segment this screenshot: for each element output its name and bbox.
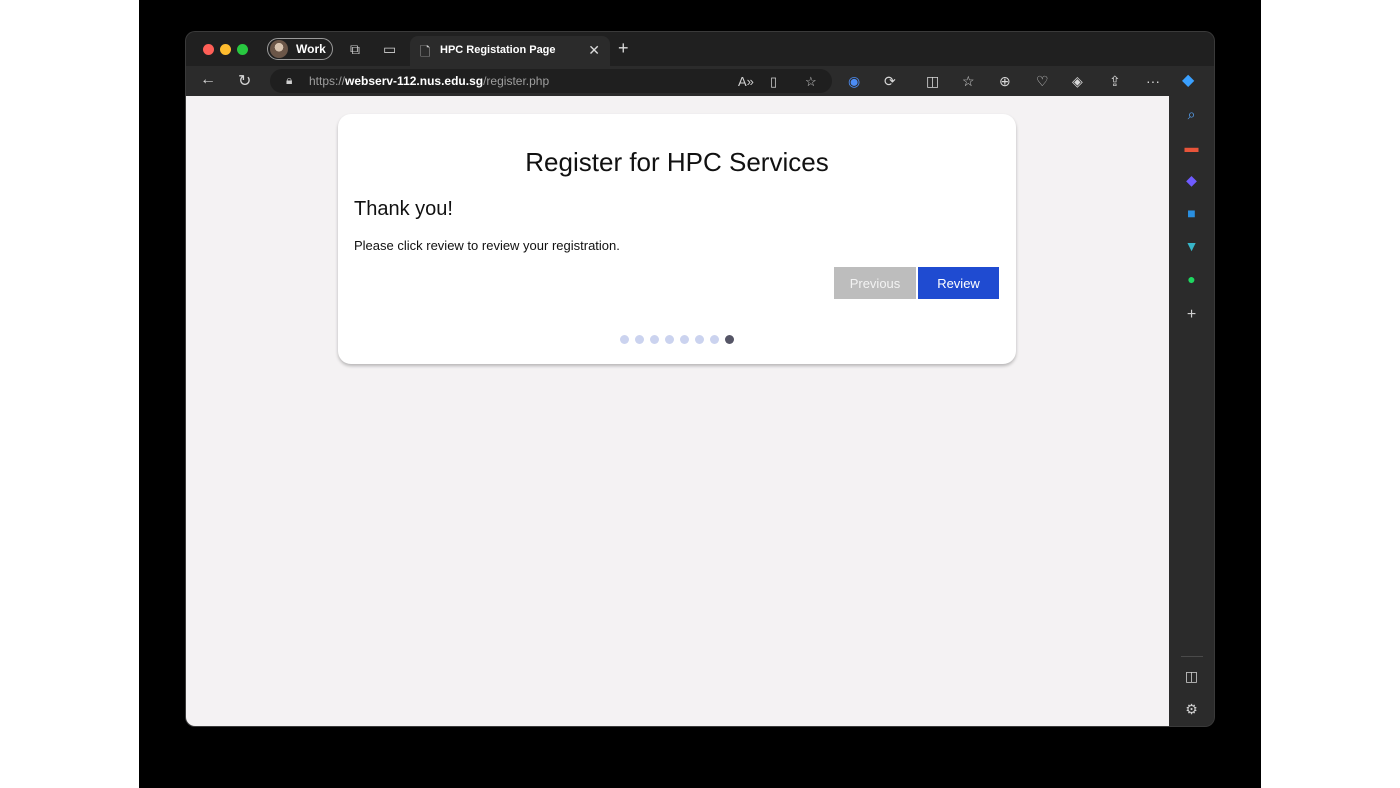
send-icon[interactable]: ▼ (1169, 238, 1214, 254)
lock-icon[interactable]: 🔒︎ (286, 73, 292, 88)
share-icon[interactable]: ⇪ (1109, 73, 1121, 90)
spotify-icon[interactable]: ● (1169, 271, 1214, 287)
tab-bar: Work ⧉ ▭ 🗋 HPC Registation Page ✕ + (186, 32, 1214, 66)
close-tab-icon[interactable]: ✕ (588, 42, 600, 59)
minimize-window-button[interactable] (220, 44, 231, 55)
copilot-icon[interactable]: ◆ (1169, 172, 1214, 189)
back-icon[interactable]: ← (200, 71, 216, 89)
review-button[interactable]: Review (918, 267, 999, 299)
outlook-icon[interactable]: ■ (1169, 205, 1214, 221)
tab-title: HPC Registation Page (440, 44, 556, 56)
browser-window: Work ⧉ ▭ 🗋 HPC Registation Page ✕ + ← ↻ … (186, 32, 1214, 726)
previous-button[interactable]: Previous (834, 267, 916, 299)
step-dot-active (725, 335, 734, 344)
workspaces-icon[interactable]: ⧉ (350, 41, 360, 57)
page-content: Register for HPC Services Thank you! Ple… (186, 96, 1169, 726)
tab-actions-icon[interactable]: ▭ (383, 41, 396, 57)
thank-you-heading: Thank you! (354, 198, 453, 220)
address-bar[interactable]: 🔒︎ https://webserv-112.nus.edu.sg/regist… (270, 69, 832, 93)
step-dot (665, 335, 674, 344)
page-icon: 🗋 (420, 44, 431, 59)
sidebar-divider (1181, 656, 1203, 657)
registration-card: Register for HPC Services Thank you! Ple… (338, 114, 1016, 364)
step-dot (620, 335, 629, 344)
search-icon[interactable]: ⌕ (1169, 106, 1214, 123)
maximize-window-button[interactable] (237, 44, 248, 55)
avatar (270, 40, 288, 58)
step-dot (635, 335, 644, 344)
read-aloud-icon[interactable]: A» (738, 74, 754, 89)
navigation-bar: ← ↻ 🔒︎ https://webserv-112.nus.edu.sg/re… (186, 66, 1214, 96)
tab-hpc-registration[interactable]: 🗋 HPC Registation Page ✕ (410, 36, 610, 66)
refresh-icon[interactable]: ↻ (238, 71, 251, 91)
more-icon[interactable]: ··· (1146, 73, 1160, 89)
step-dot (650, 335, 659, 344)
performance-icon[interactable]: ◈ (1072, 73, 1083, 90)
star-icon[interactable]: ☆ (805, 74, 817, 90)
copilot-icon[interactable]: ◆ (1182, 70, 1194, 90)
profile-label: Work (296, 42, 326, 56)
step-dot (710, 335, 719, 344)
url-text[interactable]: https://webserv-112.nus.edu.sg/register.… (309, 74, 549, 88)
browser-essentials-icon[interactable]: ♡ (1036, 73, 1049, 90)
step-dot (695, 335, 704, 344)
new-tab-icon[interactable]: + (618, 38, 629, 59)
edge-sidebar: ⌕ ▬ ◆ ■ ▼ ● + ◫ ⚙ (1169, 96, 1214, 726)
extensions-icon[interactable]: ⟳ (884, 73, 896, 90)
1password-icon[interactable]: ◉ (848, 73, 860, 90)
close-window-button[interactable] (203, 44, 214, 55)
tools-icon[interactable]: ▬ (1169, 139, 1214, 155)
step-dot (680, 335, 689, 344)
add-icon[interactable]: + (1169, 306, 1214, 324)
page-title: Register for HPC Services (525, 147, 829, 177)
collections-icon[interactable]: ⊕ (999, 73, 1011, 90)
profile-button[interactable]: Work (267, 38, 333, 60)
review-message: Please click review to review your regis… (354, 238, 620, 253)
split-screen-icon[interactable]: ◫ (926, 73, 939, 90)
immersive-reader-icon[interactable]: ▯ (770, 74, 777, 90)
favorites-icon[interactable]: ☆ (962, 73, 975, 90)
sidebar-toggle-icon[interactable]: ◫ (1169, 668, 1214, 685)
settings-icon[interactable]: ⚙ (1169, 701, 1214, 718)
